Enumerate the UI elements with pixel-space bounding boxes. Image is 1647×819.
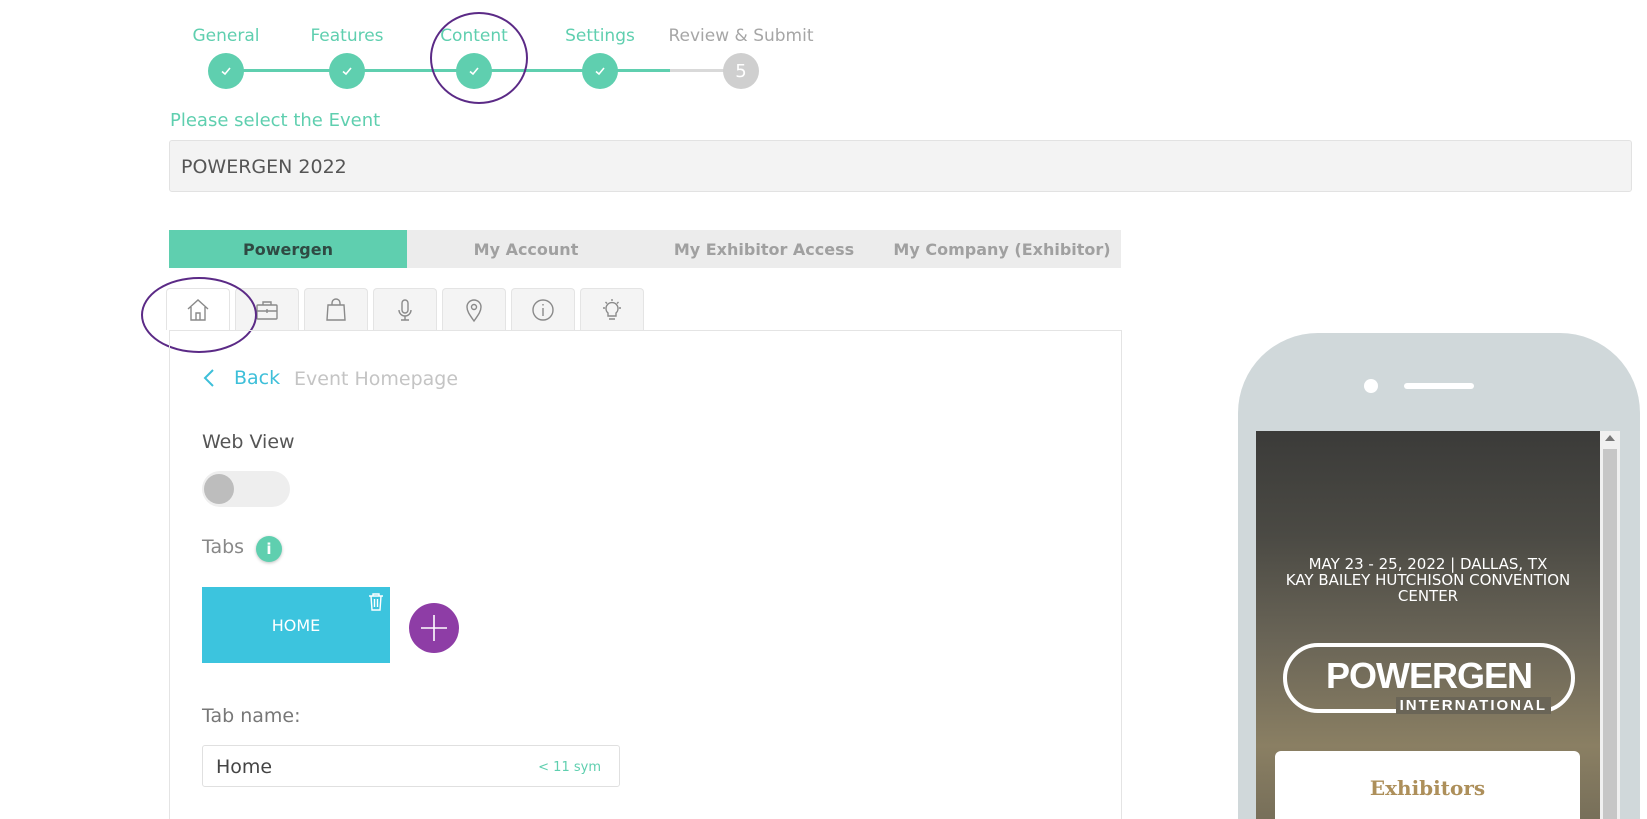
back-label: Back <box>234 367 281 389</box>
progress-stepper: General Features Content Settings Review… <box>0 0 900 100</box>
tab-name-input[interactable]: Home < 11 sym <box>202 745 620 787</box>
event-select-input[interactable]: POWERGEN 2022 <box>169 140 1632 192</box>
section-icon-tabs <box>166 288 649 330</box>
lightbulb-icon <box>603 298 621 320</box>
char-limit-hint: < 11 sym <box>538 760 601 775</box>
event-date-location: MAY 23 - 25, 2022 | DALLAS, TX KAY BAILE… <box>1256 556 1600 604</box>
tab-my-exhibitor-access[interactable]: My Exhibitor Access <box>645 230 883 268</box>
event-select-label: Please select the Event <box>170 110 381 131</box>
checkmark-icon <box>208 53 244 89</box>
venue-line: CENTER <box>1397 587 1459 605</box>
web-view-toggle[interactable] <box>202 471 290 507</box>
tab-name-value: Home <box>216 756 273 778</box>
trash-icon[interactable] <box>367 592 385 612</box>
powergen-logo: POWERGEN INTERNATIONAL <box>1283 643 1575 714</box>
web-view-label: Web View <box>202 431 295 453</box>
tab-my-account[interactable]: My Account <box>407 230 645 268</box>
microphone-icon <box>398 298 412 321</box>
content-panel: Back Event Homepage Web View Tabs i HOME… <box>169 330 1122 819</box>
phone-camera <box>1364 379 1378 393</box>
tab-shop[interactable] <box>304 288 368 330</box>
checkmark-icon <box>456 53 492 89</box>
shopping-bag-icon <box>326 297 346 321</box>
tab-ideas[interactable] <box>580 288 644 330</box>
tab-info[interactable] <box>511 288 575 330</box>
tab-location[interactable] <box>442 288 506 330</box>
toggle-knob <box>204 474 234 504</box>
tab-my-company-exhibitor[interactable]: My Company (Exhibitor) <box>883 230 1121 268</box>
tab-card-label: HOME <box>271 615 321 635</box>
step-label: Settings <box>565 26 635 46</box>
venue-line: KAY BAILEY HUTCHISON CONVENTION <box>1285 571 1571 589</box>
tab-speakers[interactable] <box>373 288 437 330</box>
step-number: 5 <box>723 53 759 89</box>
home-icon <box>187 298 209 321</box>
chevron-left-icon <box>203 369 214 387</box>
back-button[interactable]: Back <box>202 367 280 389</box>
scroll-thumb[interactable] <box>1603 449 1617 819</box>
phone-speaker <box>1404 383 1474 389</box>
tab-name-label: Tab name: <box>202 705 301 727</box>
briefcase-icon <box>256 300 278 320</box>
info-icon <box>532 298 554 321</box>
logo-main-text: POWERGEN <box>1325 655 1533 696</box>
tab-home[interactable] <box>166 288 230 330</box>
logo-sub-text: INTERNATIONAL <box>1395 697 1551 714</box>
phone-screen: MAY 23 - 25, 2022 | DALLAS, TX KAY BAILE… <box>1256 431 1620 819</box>
step-label: Review & Submit <box>668 26 814 46</box>
tab-card-home[interactable]: HOME <box>202 587 390 663</box>
tab-powergen[interactable]: Powergen <box>169 230 407 268</box>
tab-exhibitors[interactable] <box>235 288 299 330</box>
screen-scrollbar[interactable] <box>1600 431 1620 819</box>
main-tab-bar: Powergen My Account My Exhibitor Access … <box>169 230 1121 268</box>
checkmark-icon <box>329 53 365 89</box>
exhibitors-label: Exhibitors <box>1369 776 1486 800</box>
phone-preview: MAY 23 - 25, 2022 | DALLAS, TX KAY BAILE… <box>1238 333 1640 819</box>
exhibitors-card[interactable]: Exhibitors <box>1275 751 1580 819</box>
date-line: MAY 23 - 25, 2022 | DALLAS, TX <box>1308 555 1548 573</box>
info-icon[interactable]: i <box>256 536 282 562</box>
tabs-label: Tabs <box>202 536 245 558</box>
checkmark-icon <box>582 53 618 89</box>
add-tab-button[interactable] <box>409 603 459 653</box>
plus-icon <box>421 615 447 641</box>
scroll-up-arrow-icon[interactable] <box>1605 435 1615 441</box>
breadcrumb: Event Homepage <box>294 368 459 390</box>
map-pin-icon <box>466 298 482 322</box>
